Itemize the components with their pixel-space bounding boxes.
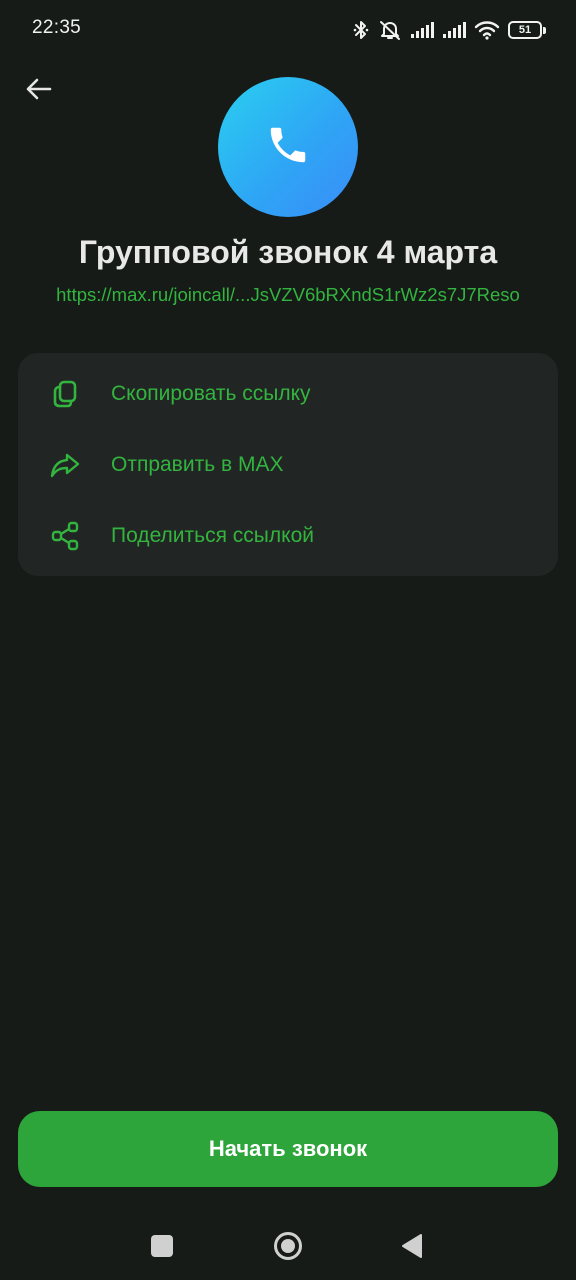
call-avatar (218, 77, 358, 217)
status-icons: 51 (352, 16, 546, 44)
share-link-label: Поделиться ссылкой (111, 524, 314, 547)
mute-icon (378, 19, 402, 41)
signal-icon (410, 21, 434, 39)
status-bar: 22:35 51 (0, 0, 576, 58)
battery-icon: 51 (508, 21, 546, 39)
bluetooth-icon (352, 19, 370, 41)
phone-icon (265, 122, 311, 173)
nav-back-button[interactable] (400, 1233, 424, 1264)
forward-icon (48, 448, 82, 482)
back-button[interactable] (20, 72, 58, 110)
start-call-button[interactable]: Начать звонок (18, 1111, 558, 1187)
call-link[interactable]: https://max.ru/joincall/...JsVZV6bRXndS1… (0, 284, 576, 306)
send-to-max-label: Отправить в MAX (111, 453, 284, 476)
battery-level: 51 (508, 21, 542, 39)
share-icon (48, 519, 82, 553)
system-nav-bar (0, 1210, 576, 1280)
copy-icon (48, 377, 82, 411)
arrow-left-icon (25, 77, 53, 106)
home-button[interactable] (273, 1231, 303, 1261)
signal-icon (442, 21, 466, 39)
wifi-icon (474, 20, 500, 40)
call-title: Групповой звонок 4 марта (78, 234, 498, 270)
status-time: 22:35 (32, 17, 82, 38)
copy-link-item[interactable]: Скопировать ссылку (18, 359, 558, 429)
share-link-item[interactable]: Поделиться ссылкой (18, 501, 558, 571)
copy-link-label: Скопировать ссылку (111, 382, 311, 405)
actions-card: Скопировать ссылку Отправить в MAX Подел… (18, 353, 558, 576)
send-to-max-item[interactable]: Отправить в MAX (18, 430, 558, 500)
recents-button[interactable] (151, 1235, 173, 1257)
